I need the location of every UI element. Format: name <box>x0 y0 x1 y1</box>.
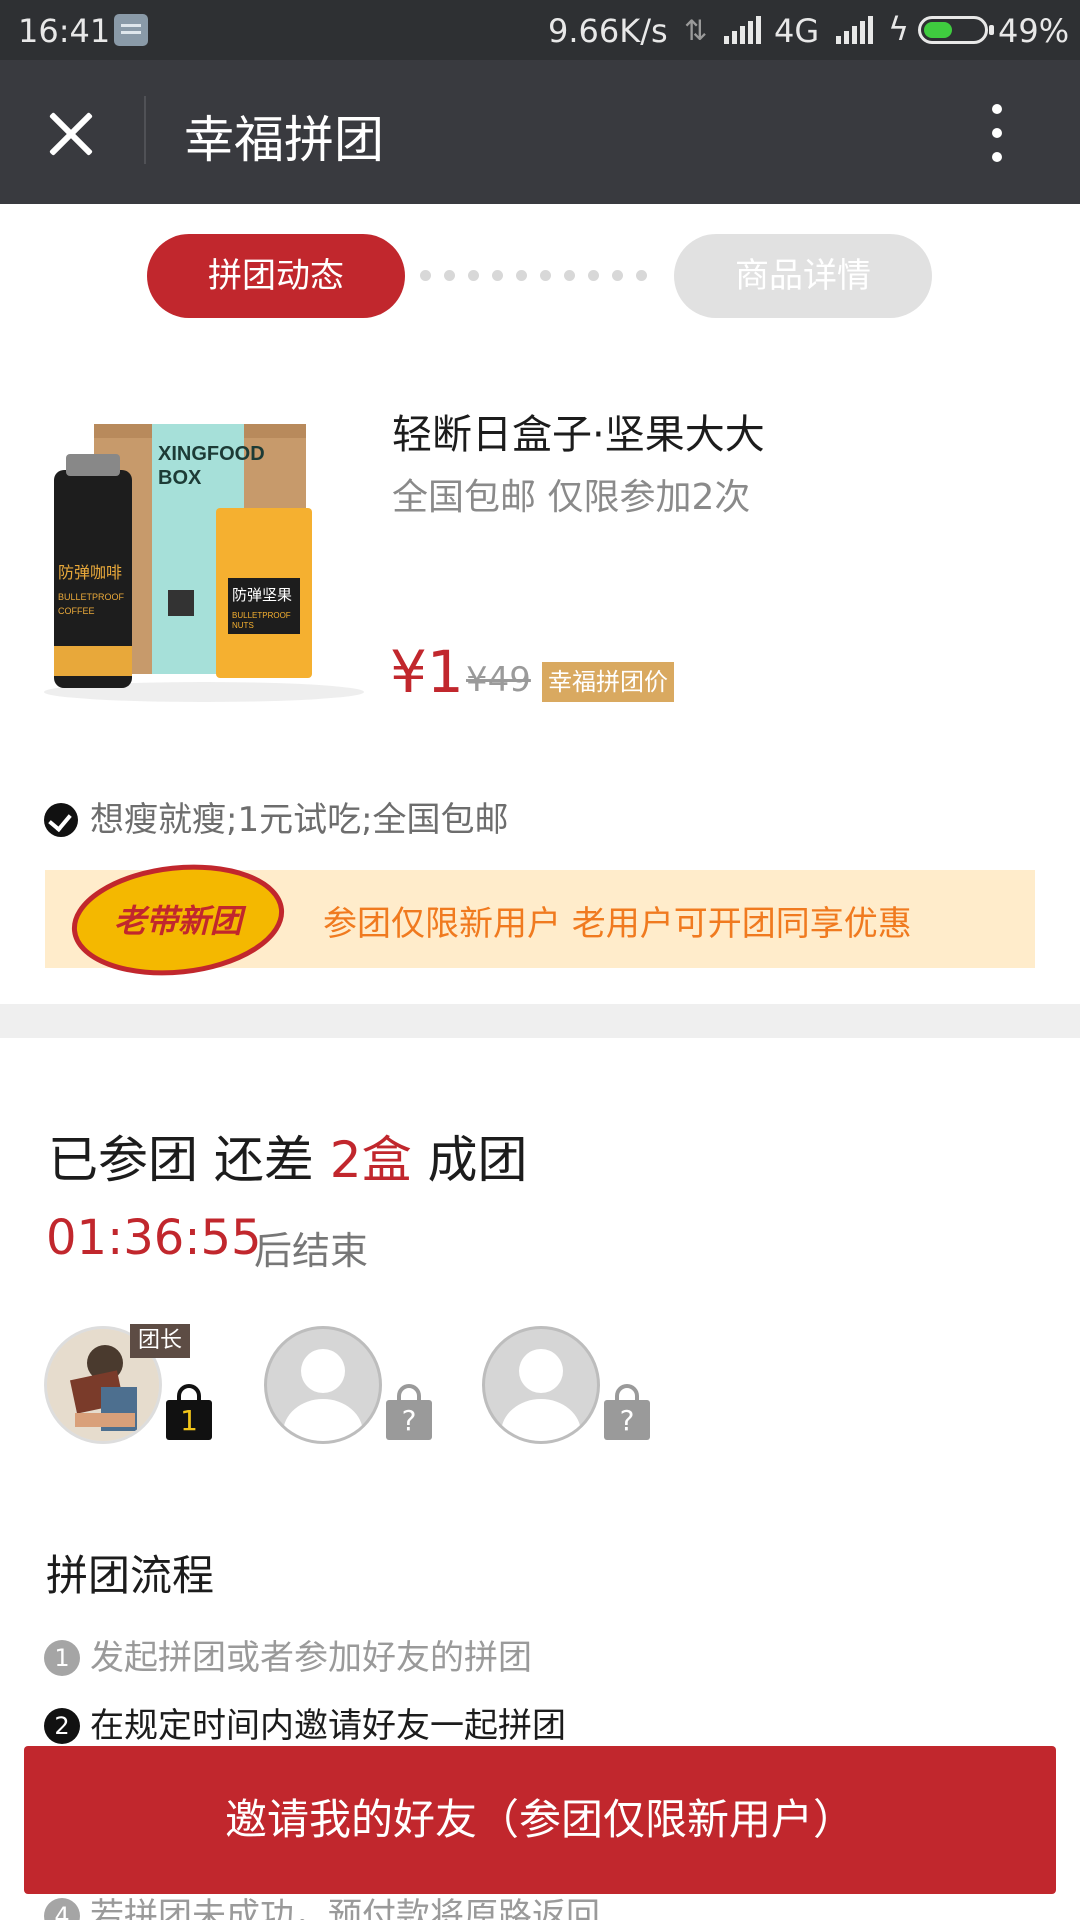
group-status-prefix: 已参团 还差 <box>48 1131 330 1189</box>
check-icon <box>44 803 78 837</box>
step-number: 2 <box>44 1708 80 1744</box>
status-time: 16:41 <box>18 12 111 50</box>
tab-group-activity[interactable]: 拼团动态 <box>147 234 405 318</box>
countdown-timer: 01:36:55 <box>46 1210 262 1266</box>
box-brand-text: XINGFOOD <box>158 443 265 465</box>
more-options-icon[interactable] <box>982 100 1012 166</box>
step-text: 发起拼团或者参加好友的拼团 <box>90 1638 532 1678</box>
unknown-mark: ? <box>604 1400 650 1440</box>
promo-banner: 老带新团 参团仅限新用户 老用户可开团同享优惠 <box>45 864 1035 976</box>
flow-step: 1 发起拼团或者参加好友的拼团 <box>44 1630 532 1679</box>
data-transfer-icon: ⇅ <box>684 14 708 47</box>
status-bar: 16:41 9.66K/s ⇅ 4G ϟ 49% <box>0 0 1080 60</box>
product-name: 轻断日盒子·坚果大大 <box>392 412 765 458</box>
product-image[interactable]: XINGFOOD BOX 防弹咖啡 BULLETPROOF COFFEE 防弹坚… <box>34 410 374 710</box>
step-text: 若拼团未成功，预付款将原路返回 <box>90 1896 600 1920</box>
promo-logo-text: 老带新团 <box>114 902 247 940</box>
feature-line: 想瘦就瘦;1元试吃;全国包邮 <box>44 792 509 841</box>
tab-product-details[interactable]: 商品详情 <box>674 234 932 318</box>
charging-icon: ϟ <box>888 10 910 48</box>
leader-tag: 团长 <box>130 1324 191 1358</box>
close-icon[interactable] <box>42 104 102 164</box>
unknown-mark: ? <box>386 1400 432 1440</box>
tab-connector-dots <box>420 270 660 282</box>
network-speed: 9.66K/s <box>548 12 668 50</box>
product-desc: 全国包邮 仅限参加2次 <box>392 477 751 518</box>
step-number: 4 <box>44 1898 80 1920</box>
signal-icon <box>724 16 764 44</box>
promo-logo: 老带新团 <box>71 864 285 976</box>
group-price: ¥1 <box>390 638 464 706</box>
member-count: 1 <box>166 1400 212 1440</box>
empty-slot-avatar[interactable] <box>264 1326 382 1444</box>
step-text: 在规定时间内邀请好友一起拼团 <box>90 1706 566 1746</box>
group-status-suffix: 成团 <box>411 1131 528 1189</box>
empty-slot-avatar[interactable] <box>482 1326 600 1444</box>
group-status: 已参团 还差 2盒 成团 <box>48 1120 528 1192</box>
signal-icon <box>836 16 876 44</box>
group-status-remaining: 2盒 <box>329 1131 412 1189</box>
can-label-text: 防弹咖啡 <box>58 563 122 582</box>
title-bar: 幸福拼团 <box>0 60 1080 204</box>
invite-friends-button[interactable]: 邀请我的好友（参团仅限新用户） <box>24 1746 1056 1894</box>
countdown-suffix: 后结束 <box>254 1229 369 1273</box>
network-type: 4G <box>774 12 820 50</box>
can-sub-text-2: COFFEE <box>58 606 95 616</box>
flow-step: 2 在规定时间内邀请好友一起拼团 <box>44 1698 566 1747</box>
battery-percent: 49% <box>998 12 1070 50</box>
bag-unknown-icon: ? <box>604 1384 650 1440</box>
flow-title: 拼团流程 <box>46 1551 215 1600</box>
page-title: 幸福拼团 <box>184 111 384 169</box>
step-number: 1 <box>44 1640 80 1676</box>
promo-text: 参团仅限新用户 老用户可开团同享优惠 <box>323 904 912 944</box>
bag-label-text: 防弹坚果 <box>232 586 292 604</box>
message-notification-icon <box>114 14 148 46</box>
battery-icon <box>918 16 994 44</box>
price-badge: 幸福拼团价 <box>542 662 674 702</box>
feature-text: 想瘦就瘦;1元试吃;全国包邮 <box>90 800 509 840</box>
bag-sub-text: BULLETPROOF <box>232 611 291 620</box>
can-sub-text: BULLETPROOF <box>58 592 125 602</box>
bag-filled-icon: 1 <box>166 1384 212 1440</box>
bag-unknown-icon: ? <box>386 1384 432 1440</box>
bag-sub-text-2: NUTS <box>232 621 254 630</box>
section-divider <box>0 1004 1080 1038</box>
original-price: ¥49 <box>466 660 531 700</box>
box-type-text: BOX <box>158 467 202 489</box>
title-divider <box>144 96 146 164</box>
